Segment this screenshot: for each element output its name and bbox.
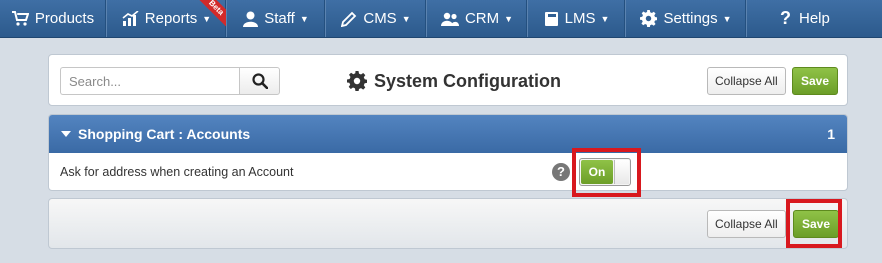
chevron-down-icon: ▼ — [401, 13, 411, 24]
nav-lms[interactable]: LMS ▼ — [528, 0, 626, 37]
people-icon — [440, 12, 459, 26]
chart-icon — [122, 11, 139, 26]
chevron-down-icon: ▼ — [600, 13, 610, 24]
book-icon — [544, 11, 558, 26]
nav-products[interactable]: Products — [0, 0, 107, 37]
pencil-icon — [341, 11, 357, 27]
nav-staff[interactable]: Staff ▼ — [227, 0, 326, 37]
address-toggle[interactable]: On — [579, 158, 631, 186]
nav-staff-label: Staff — [264, 10, 295, 27]
section-count: 1 — [827, 126, 835, 142]
nav-reports[interactable]: Reports ▼ Beta — [107, 0, 227, 37]
nav-crm-label: CRM — [464, 10, 500, 27]
section-header[interactable]: Shopping Cart : Accounts 1 — [49, 115, 847, 153]
chevron-down-icon: ▼ — [202, 13, 212, 24]
section-title: Shopping Cart : Accounts — [78, 126, 251, 142]
nav-cms[interactable]: CMS ▼ — [326, 0, 427, 37]
chevron-down-icon: ▼ — [722, 13, 732, 24]
nav-cms-label: CMS — [363, 10, 397, 27]
page-title-text: System Configuration — [374, 70, 562, 91]
chevron-down-icon: ▼ — [504, 13, 514, 24]
toolbar-panel: System Configuration Collapse All Save — [48, 54, 848, 106]
search-button[interactable] — [239, 67, 280, 95]
question-icon: ? — [780, 8, 791, 28]
footer-save-button[interactable]: Save — [793, 210, 840, 238]
cart-icon — [11, 11, 29, 26]
gear-icon — [347, 71, 367, 91]
nav-settings-label: Settings — [663, 10, 718, 27]
help-icon[interactable]: ? — [552, 163, 570, 181]
setting-label: Ask for address when creating an Account — [60, 165, 294, 179]
save-button[interactable]: Save — [792, 67, 839, 95]
search-box — [60, 67, 280, 95]
nav-crm[interactable]: CRM ▼ — [427, 0, 528, 37]
nav-products-label: Products — [34, 10, 95, 27]
toggle-on-label: On — [581, 160, 613, 184]
nav-reports-label: Reports — [144, 10, 198, 27]
main-navbar: Products Reports ▼ Beta Staff ▼ CMS ▼ CR… — [0, 0, 882, 38]
gear-icon — [640, 10, 658, 27]
page-title: System Configuration — [347, 68, 561, 94]
chevron-down-icon: ▼ — [299, 13, 309, 24]
nav-lms-label: LMS — [564, 10, 596, 27]
footer-panel: Collapse All Save — [48, 198, 848, 249]
toggle-knob — [614, 160, 629, 184]
person-icon — [243, 11, 259, 27]
collapse-all-button[interactable]: Collapse All — [707, 67, 786, 95]
collapse-triangle-icon — [61, 131, 71, 137]
nav-settings[interactable]: Settings ▼ — [626, 0, 747, 37]
search-input[interactable] — [60, 67, 239, 95]
nav-help[interactable]: ? Help — [747, 0, 882, 37]
nav-help-label: Help — [799, 10, 830, 27]
setting-row: Ask for address when creating an Account… — [49, 153, 847, 190]
settings-section: Shopping Cart : Accounts 1 Ask for addre… — [48, 114, 848, 191]
footer-collapse-all-button[interactable]: Collapse All — [707, 210, 786, 238]
search-icon — [251, 73, 268, 89]
